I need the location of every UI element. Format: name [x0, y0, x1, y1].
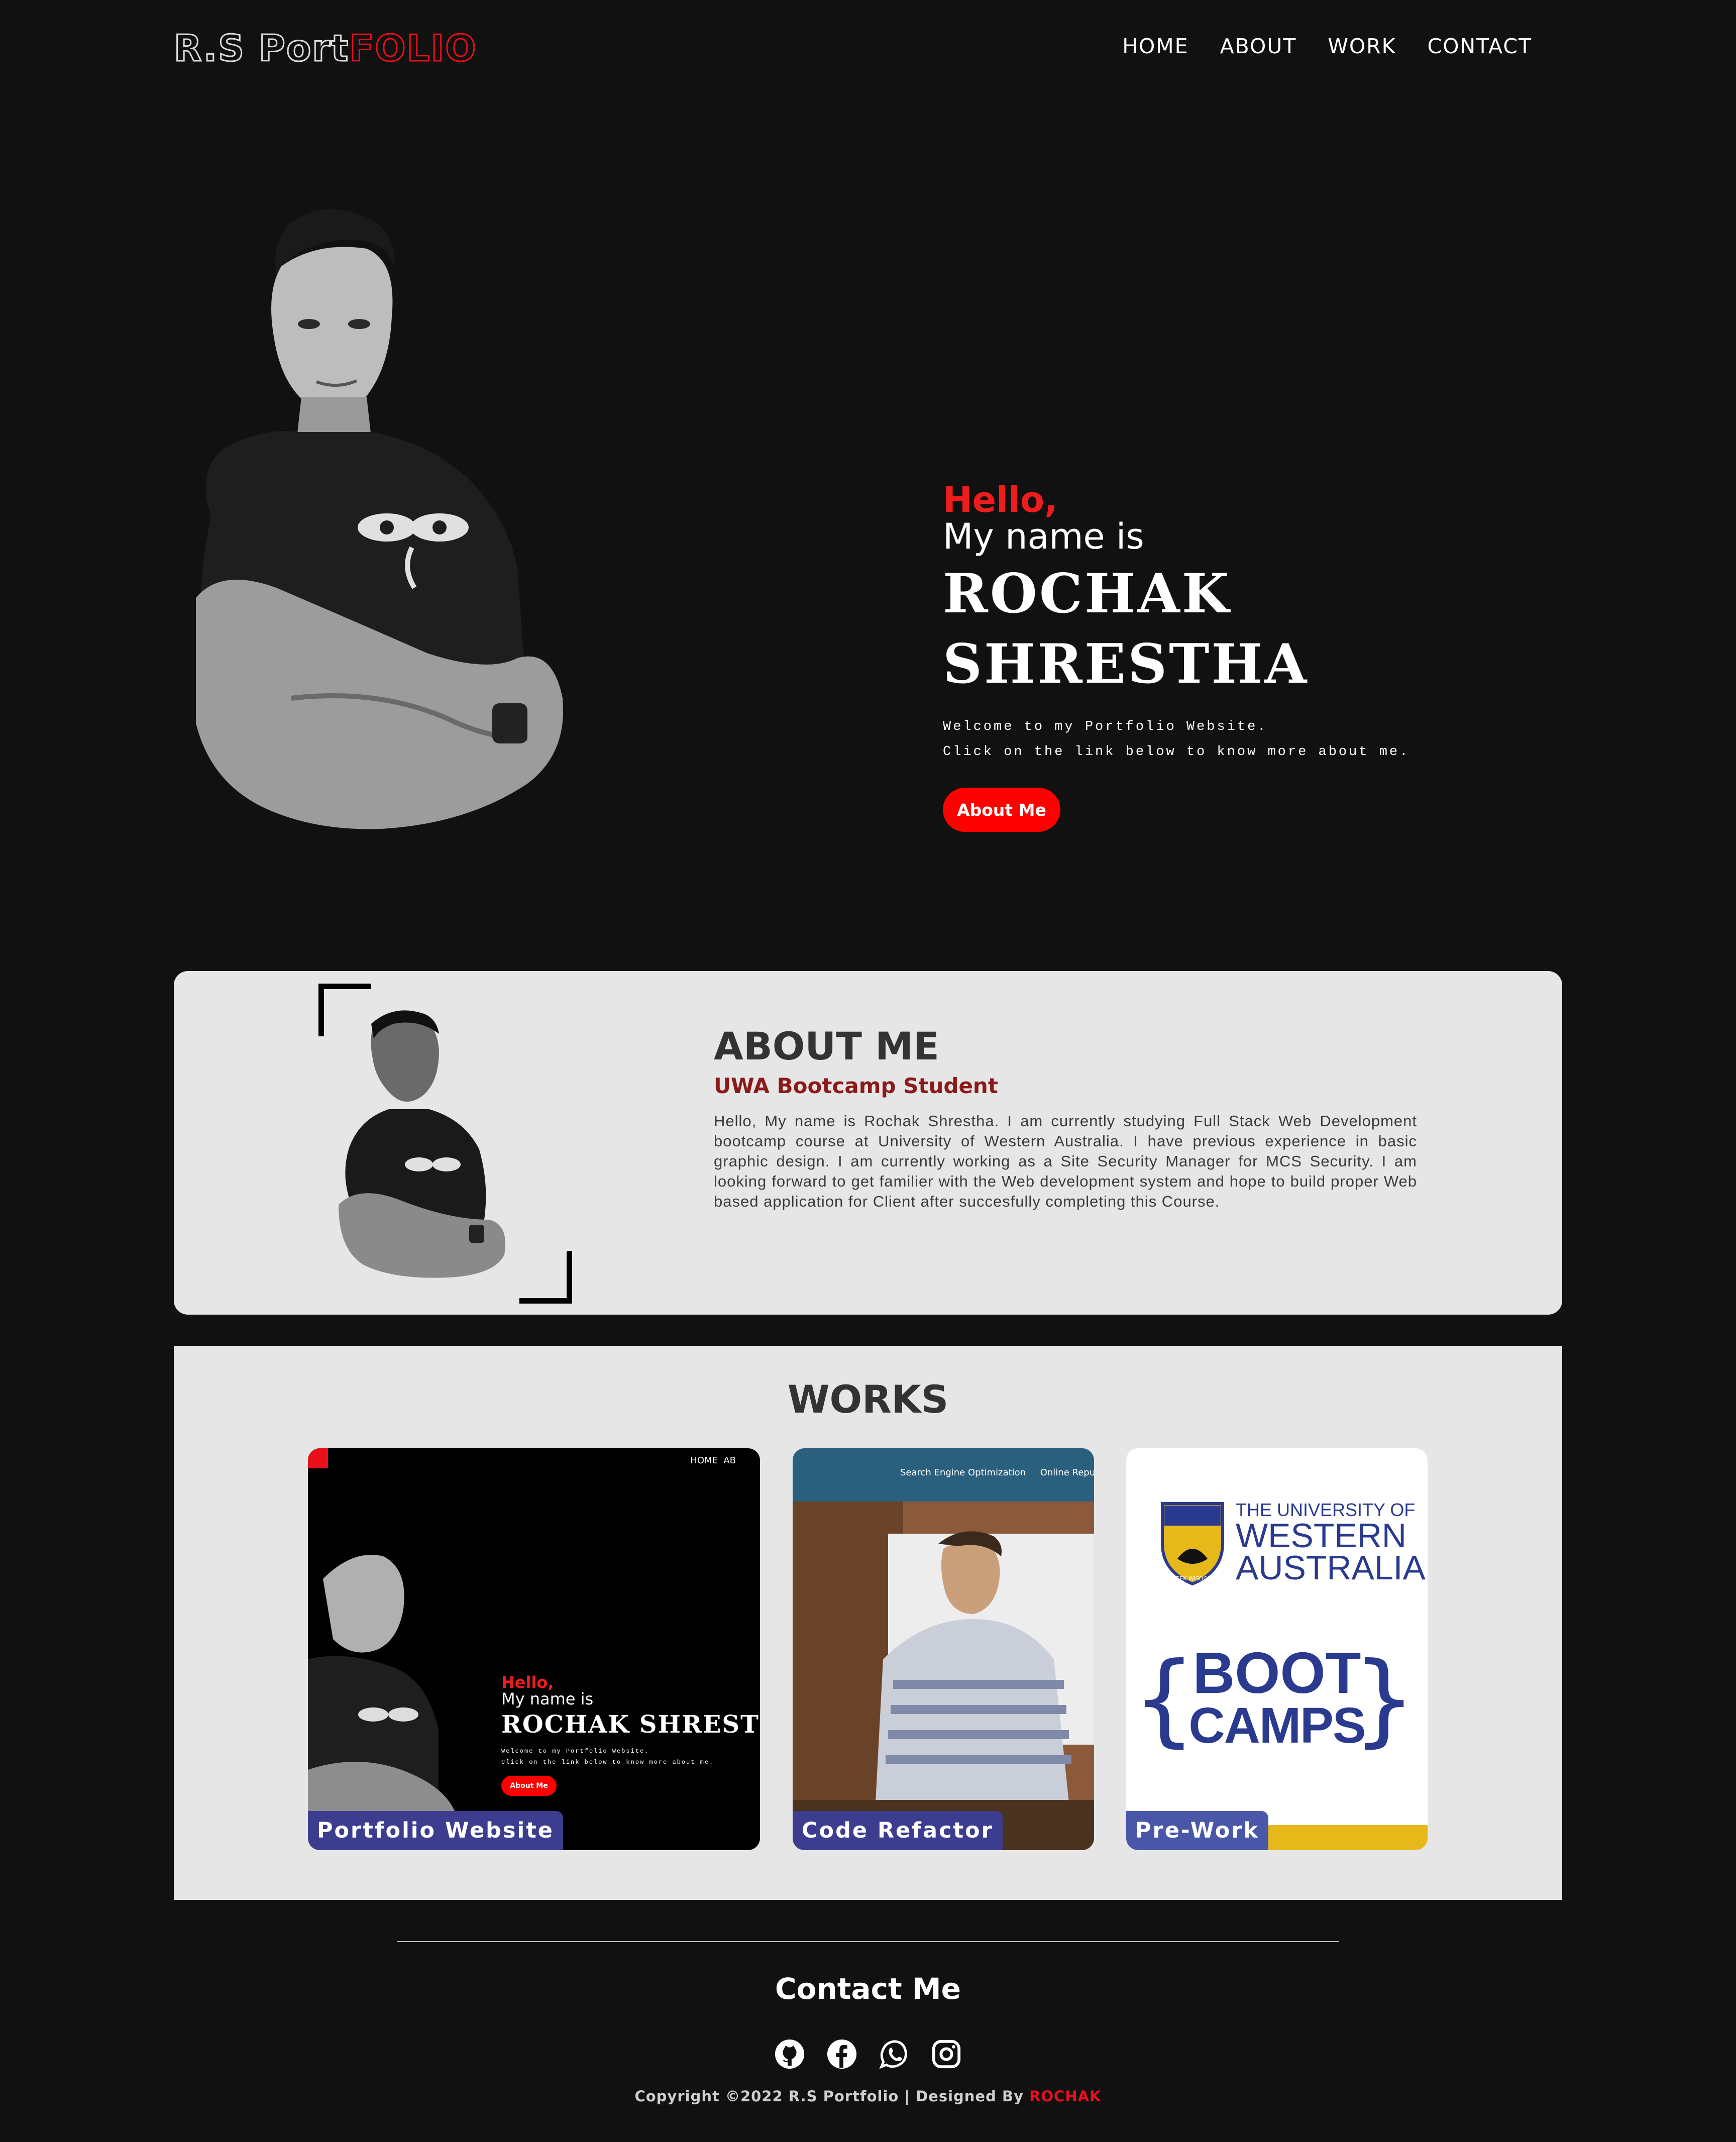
instagram-icon[interactable] — [931, 2039, 962, 2070]
work-card-code-refactor[interactable]: Search Engine Optimization Online Repu C… — [793, 1448, 1094, 1850]
thumb-hello: Hello, — [501, 1673, 554, 1692]
site-logo[interactable]: R.S Port folio — [173, 27, 477, 70]
hero-intro: Hello, My name is ROCHAK SHRESTHA Welcom… — [943, 482, 1596, 832]
card-label-pre-work: Pre-Work — [1126, 1811, 1269, 1850]
copyright-prefix: Copyright ©2022 R.S Portfolio | Designed… — [634, 2088, 1024, 2105]
work-card-portfolio-website[interactable]: HOME AB Hello, My name is ROCHAK SHRESTH… — [308, 1448, 760, 1850]
thumb-welcome-2: Click on the link below to know more abo… — [501, 1759, 714, 1766]
uni-line-2: WESTERN — [1236, 1517, 1406, 1555]
nav-contact[interactable]: CONTACT — [1428, 34, 1532, 58]
thumb-about-button: About Me — [501, 1776, 557, 1796]
about-me-button[interactable]: About Me — [943, 788, 1060, 832]
seal-text: SEEK WISDOM — [1172, 1575, 1212, 1582]
nav-about[interactable]: ABOUT — [1220, 34, 1297, 58]
hero-name: ROCHAK SHRESTHA — [943, 562, 1309, 696]
copyright-text: Copyright ©2022 R.S Portfolio | Designed… — [0, 2088, 1736, 2105]
uni-line-3: AUSTRALIA — [1236, 1549, 1426, 1587]
hero-welcome-line-2: Click on the link below to know more abo… — [943, 744, 1410, 760]
thumb-name: ROCHAK SHRESTH — [501, 1710, 760, 1739]
bootcamps-wordmark: BOOT CAMPS — [1126, 1640, 1428, 1754]
logo-part-folio: folio — [349, 27, 477, 70]
about-paragraph: Hello, My name is Rochak Shrestha. I am … — [714, 1112, 1417, 1210]
university-seal-icon: SEEK WISDOM — [1161, 1502, 1224, 1586]
footer-divider — [397, 1941, 1339, 1942]
nav-work[interactable]: WORK — [1328, 34, 1396, 58]
hero-welcome-text: Welcome to my Portfolio Website. Click o… — [943, 714, 1596, 765]
about-subtitle: UWA Bootcamp Student — [714, 1074, 998, 1098]
works-title: WORKS — [787, 1377, 949, 1422]
thumb-my-name: My name is — [501, 1689, 594, 1708]
thumb-nav: HOME AB — [690, 1455, 736, 1466]
hero-portrait-image — [196, 209, 564, 829]
hero-my-name-is: My name is — [943, 516, 1144, 557]
about-section: ABOUT ME UWA Bootcamp Student Hello, My … — [174, 971, 1562, 1315]
boot-text: BOOT — [1192, 1640, 1361, 1705]
facebook-icon[interactable] — [826, 2039, 857, 2070]
works-section: WORKS HOME AB Hello, My name is ROCHAK S… — [174, 1346, 1562, 1900]
card-label-code-refactor: Code Refactor — [793, 1811, 1003, 1850]
logo-part-rs-port: R.S Port — [173, 27, 350, 70]
camps-text: CAMPS — [1188, 1697, 1366, 1754]
thumb-nav: Search Engine Optimization Online Repu — [900, 1467, 1094, 1478]
thumb-welcome-1: Welcome to my Portfolio Website. — [501, 1748, 649, 1755]
about-portrait-image — [318, 984, 572, 1304]
social-links — [0, 2039, 1736, 2070]
about-title: ABOUT ME — [714, 1024, 939, 1068]
contact-title: Contact Me — [775, 1972, 961, 2006]
designer-link[interactable]: ROCHAK — [1029, 2088, 1101, 2105]
thumb-hero-text: Hello, My name is ROCHAK SHRESTH Welcome… — [501, 1674, 760, 1796]
code-refactor-thumbnail — [793, 1448, 1094, 1850]
card-label-portfolio-website: Portfolio Website — [308, 1811, 563, 1850]
hero-hello: Hello, — [943, 479, 1058, 520]
main-nav: HOME ABOUT WORK CONTACT — [1122, 34, 1532, 58]
whatsapp-icon[interactable] — [879, 2039, 910, 2070]
university-name: THE UNIVERSITY OF WESTERN AUSTRALIA — [1236, 1501, 1426, 1587]
nav-home[interactable]: HOME — [1122, 34, 1188, 58]
work-card-pre-work[interactable]: SEEK WISDOM THE UNIVERSITY OF WESTERN AU… — [1126, 1448, 1428, 1850]
github-icon[interactable] — [774, 2039, 805, 2070]
hero-welcome-line-1: Welcome to my Portfolio Website. — [943, 719, 1268, 735]
about-content: ABOUT ME UWA Bootcamp Student Hello, My … — [714, 1027, 1417, 1227]
